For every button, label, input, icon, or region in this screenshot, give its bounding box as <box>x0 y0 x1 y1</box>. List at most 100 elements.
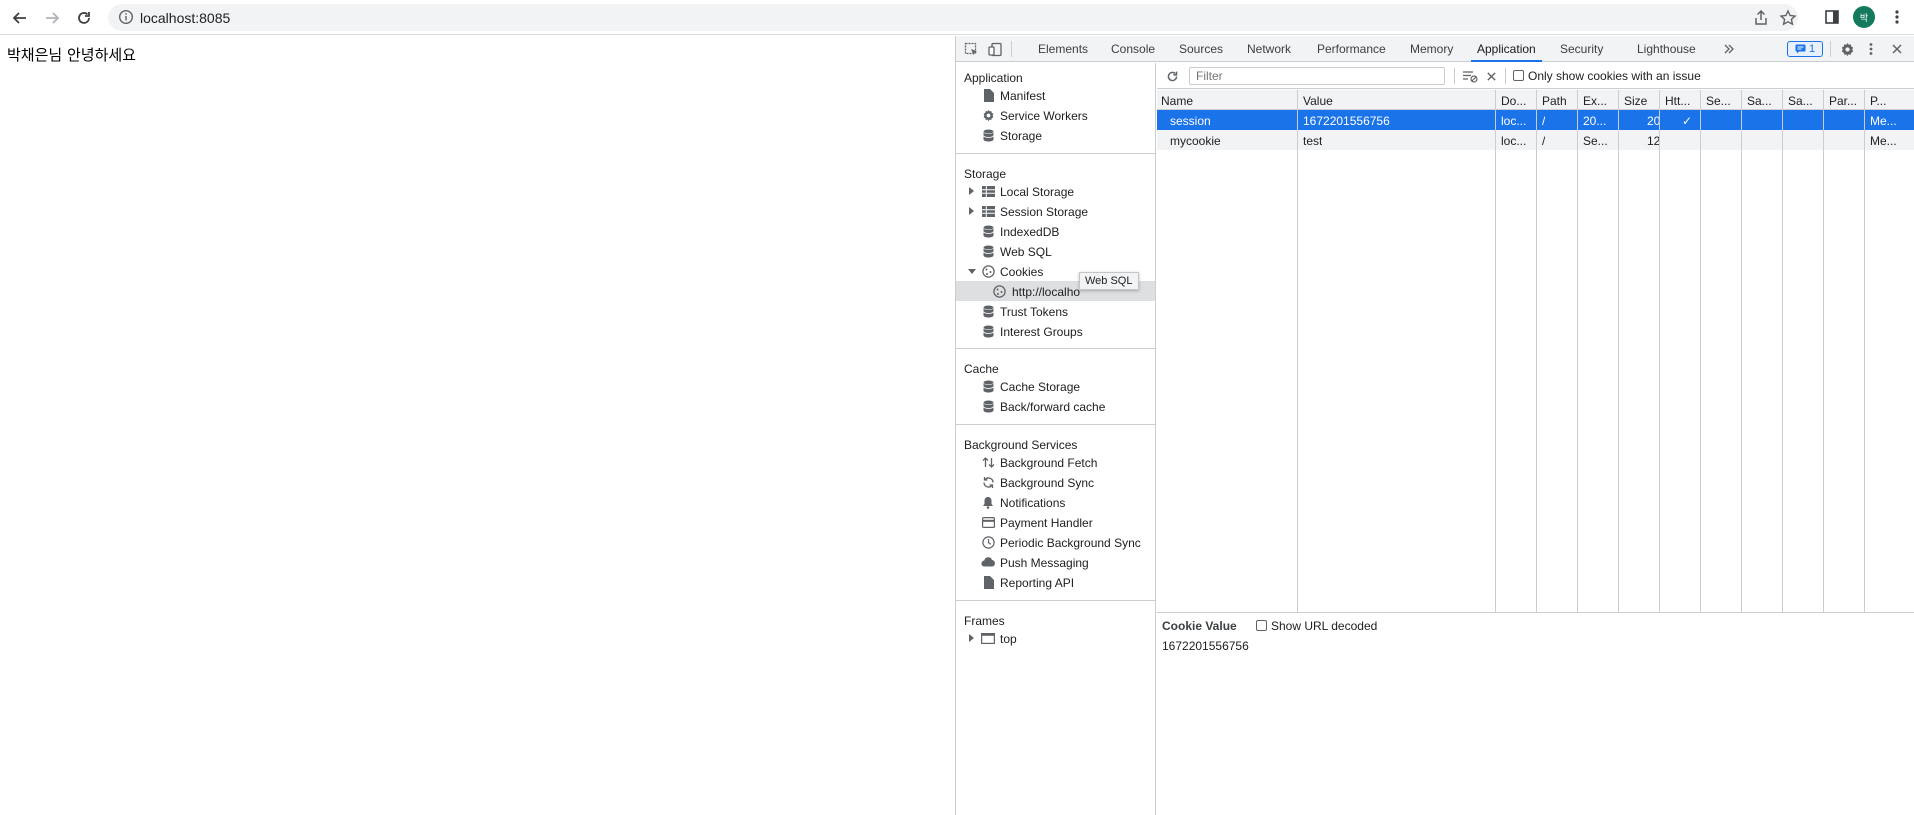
expand-arrow-icon[interactable] <box>969 634 974 642</box>
sidebar-item-session-storage[interactable]: Session Storage <box>956 201 1155 221</box>
sidebar-item-manifest[interactable]: Manifest <box>956 85 1155 105</box>
column-divider[interactable] <box>1782 90 1783 612</box>
database-icon <box>981 379 995 393</box>
sidebar-item-reporting-api[interactable]: Reporting API <box>956 572 1155 592</box>
refresh-cookies-button[interactable] <box>1163 67 1181 85</box>
close-devtools-button[interactable] <box>1888 40 1906 58</box>
sidebar-item-cache-storage[interactable]: Cache Storage <box>956 376 1155 396</box>
sidebar-item-background-fetch[interactable]: Background Fetch <box>956 452 1155 472</box>
sidebar-item-service-workers[interactable]: Service Workers <box>956 105 1155 125</box>
tab-elements[interactable]: Elements <box>1038 36 1088 62</box>
expand-arrow-icon[interactable] <box>969 207 974 215</box>
back-button[interactable] <box>7 5 33 31</box>
inspect-element-button[interactable] <box>962 40 980 58</box>
more-tabs-button[interactable] <box>1720 40 1738 58</box>
cell-domain: loc... <box>1501 114 1527 128</box>
column-header-partition-key[interactable]: Par... <box>1829 94 1857 108</box>
tab-performance[interactable]: Performance <box>1317 36 1386 62</box>
devtools-settings-button[interactable] <box>1838 40 1856 58</box>
column-header-path[interactable]: Path <box>1542 94 1567 108</box>
column-header-size[interactable]: Size <box>1624 94 1647 108</box>
column-header-name[interactable]: Name <box>1161 94 1193 108</box>
browser-menu-button[interactable] <box>1886 6 1908 28</box>
tab-application[interactable]: Application <box>1471 36 1542 62</box>
credit-card-icon <box>981 515 995 529</box>
expand-arrow-icon[interactable] <box>969 187 974 195</box>
database-icon <box>981 128 995 142</box>
sidebar-item-notifications[interactable]: Notifications <box>956 492 1155 512</box>
issues-count: 1 <box>1808 43 1816 55</box>
filter-input[interactable] <box>1189 67 1445 85</box>
devtools-panel: Elements Console Sources Network Perform… <box>955 36 1914 815</box>
column-header-expires[interactable]: Ex... <box>1583 94 1607 108</box>
column-divider[interactable] <box>1864 90 1865 612</box>
close-icon <box>1892 44 1902 54</box>
gear-icon <box>981 108 995 122</box>
info-icon[interactable] <box>118 9 134 25</box>
column-header-sameparty[interactable]: Sa... <box>1788 94 1813 108</box>
cookies-table: Name Value Do... Path Ex... Size Htt... … <box>1157 90 1914 612</box>
tab-network[interactable]: Network <box>1247 36 1291 62</box>
sidebar-item-label: Cookies <box>1000 265 1044 279</box>
delete-all-cookies-button[interactable] <box>1482 67 1500 85</box>
tab-memory[interactable]: Memory <box>1410 36 1453 62</box>
issues-badge[interactable]: 1 <box>1787 41 1823 57</box>
column-divider[interactable] <box>1700 90 1701 612</box>
tab-console[interactable]: Console <box>1111 36 1155 62</box>
cookie-value-text[interactable]: 1672201556756 <box>1162 639 1249 653</box>
sidebar-item-label: Trust Tokens <box>1000 305 1069 319</box>
clear-filtered-cookies-button[interactable] <box>1461 67 1479 85</box>
column-header-domain[interactable]: Do... <box>1501 94 1526 108</box>
sidebar-item-frame-top[interactable]: top <box>956 628 1155 648</box>
side-panel-button[interactable] <box>1821 6 1843 28</box>
cell-path: / <box>1542 114 1546 128</box>
sidebar-item-background-sync[interactable]: Background Sync <box>956 472 1155 492</box>
device-icon <box>987 42 1002 56</box>
sidebar-item-interest-groups[interactable]: Interest Groups <box>956 321 1155 341</box>
sidebar-item-web-sql[interactable]: Web SQL <box>956 241 1155 261</box>
column-header-priority[interactable]: P... <box>1870 94 1886 108</box>
column-divider[interactable] <box>1297 90 1298 612</box>
tab-security[interactable]: Security <box>1560 36 1603 62</box>
column-divider[interactable] <box>1823 90 1824 612</box>
column-divider[interactable] <box>1536 90 1537 612</box>
column-divider[interactable] <box>1618 90 1619 612</box>
column-divider[interactable] <box>1741 90 1742 612</box>
column-header-samesite[interactable]: Sa... <box>1747 94 1772 108</box>
sidebar-item-payment-handler[interactable]: Payment Handler <box>956 512 1155 532</box>
reload-button[interactable] <box>71 5 97 31</box>
sidebar-item-back-forward-cache[interactable]: Back/forward cache <box>956 396 1155 416</box>
only-issues-checkbox[interactable] <box>1513 70 1524 81</box>
column-header-httponly[interactable]: Htt... <box>1665 94 1690 108</box>
database-icon <box>981 244 995 258</box>
column-divider[interactable] <box>1659 90 1660 612</box>
sidebar-item-label: Interest Groups <box>1000 325 1083 339</box>
forward-button[interactable] <box>39 5 65 31</box>
column-divider[interactable] <box>1577 90 1578 612</box>
url-text[interactable]: localhost:8085 <box>140 10 230 26</box>
sidebar-item-push-messaging[interactable]: Push Messaging <box>956 552 1155 572</box>
device-toolbar-button[interactable] <box>986 40 1004 58</box>
address-bar[interactable]: localhost:8085 <box>108 4 1798 31</box>
devtools-menu-button[interactable] <box>1862 40 1880 58</box>
star-icon[interactable] <box>1779 9 1797 27</box>
tab-sources[interactable]: Sources <box>1179 36 1223 62</box>
show-url-decoded-checkbox[interactable] <box>1256 620 1267 631</box>
profile-avatar[interactable]: 박 <box>1853 6 1875 28</box>
cloud-icon <box>981 555 995 569</box>
sidebar-item-label: Web SQL <box>1000 245 1052 259</box>
sidebar-item-local-storage[interactable]: Local Storage <box>956 181 1155 201</box>
sidebar-item-label: Service Workers <box>1000 109 1088 123</box>
sidebar-item-periodic-background-sync[interactable]: Periodic Background Sync <box>956 532 1155 552</box>
column-divider[interactable] <box>1495 90 1496 612</box>
column-header-secure[interactable]: Se... <box>1706 94 1731 108</box>
sidebar-item-label: Session Storage <box>1000 205 1089 219</box>
collapse-arrow-icon[interactable] <box>968 269 976 274</box>
share-icon[interactable] <box>1752 9 1770 27</box>
tab-lighthouse[interactable]: Lighthouse <box>1637 36 1696 62</box>
sidebar-item-storage-overview[interactable]: Storage <box>956 125 1155 145</box>
tabbar-separator <box>1830 41 1831 57</box>
sidebar-item-trust-tokens[interactable]: Trust Tokens <box>956 301 1155 321</box>
sidebar-item-indexeddb[interactable]: IndexedDB <box>956 221 1155 241</box>
column-header-value[interactable]: Value <box>1303 94 1333 108</box>
